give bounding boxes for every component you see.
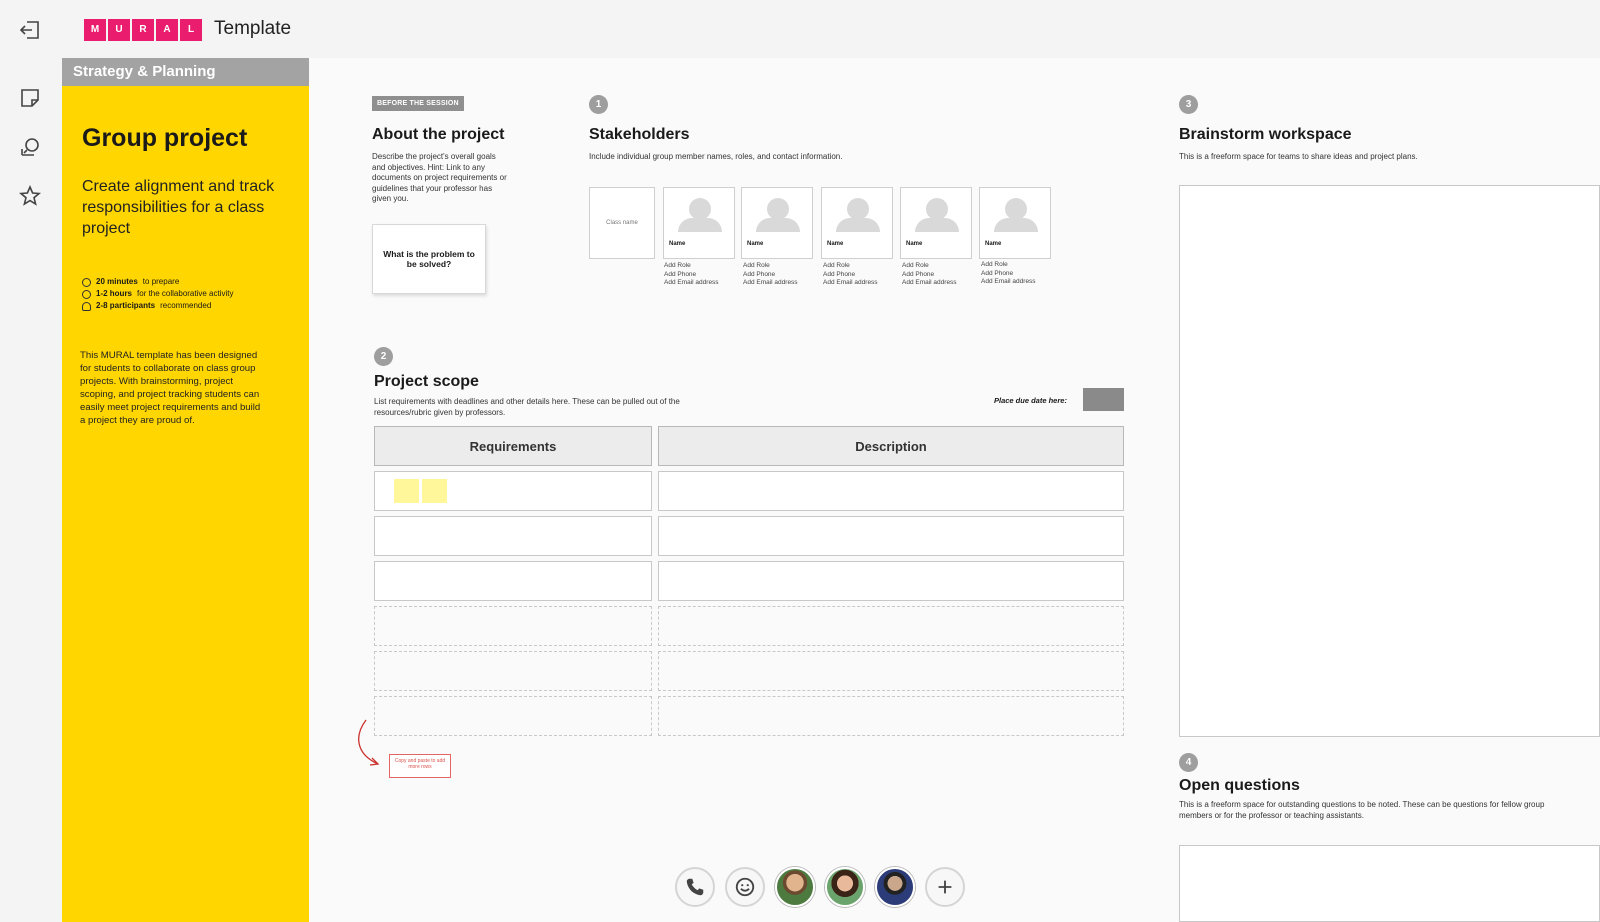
clock-icon [82,289,91,299]
sticky-note-icon[interactable] [14,82,46,114]
stakeholder-card[interactable]: Name [900,187,972,259]
scope-text: List requirements with deadlines and oth… [374,397,680,417]
brainstorm-text: This is a freeform space for teams to sh… [1179,152,1418,161]
left-rail [0,0,60,922]
avatar-1[interactable] [775,867,815,907]
avatar-3[interactable] [875,867,915,907]
comment-icon[interactable] [14,131,46,163]
class-name-card[interactable]: Class name [589,187,655,259]
template-description: This MURAL template has been designed fo… [80,350,261,426]
template-info-panel: Group project Create alignment and track… [62,86,309,922]
requirement-cell-placeholder[interactable] [374,696,652,736]
brainstorm-area[interactable] [1179,185,1600,737]
arrow-annotation [358,719,380,766]
logo-letter: U [108,19,130,41]
star-icon[interactable] [14,180,46,212]
avatar-placeholder [767,198,789,220]
requirement-cell[interactable] [374,516,652,556]
stakeholder-name: Name [669,241,686,247]
about-text: Describe the project's overall goals and… [372,152,507,203]
copy-rows-hint: Copy and paste to add more rows [389,754,451,778]
section-number-4: 4 [1179,753,1198,772]
avatar-placeholder [847,198,869,220]
requirement-cell-placeholder[interactable] [374,606,652,646]
brainstorm-title: Brainstorm workspace [1179,126,1352,143]
due-date-field[interactable] [1083,388,1124,411]
logo-letter: A [156,19,178,41]
exit-icon[interactable] [14,14,46,46]
section-number-3: 3 [1179,95,1198,114]
requirements-header: Requirements [374,426,652,466]
stakeholder-info: Add Role Add Phone Add Email address [743,262,798,286]
stakeholder-card[interactable]: Name [663,187,735,259]
requirement-cell[interactable] [374,561,652,601]
description-cell-placeholder[interactable] [658,651,1124,691]
stakeholder-card[interactable]: Name [741,187,813,259]
emoji-icon[interactable] [725,867,765,907]
scope-title: Project scope [374,373,479,390]
sticky-note[interactable] [422,479,447,503]
mural-app: M U R A L Template Strategy & Planning G… [0,0,1600,922]
stakeholder-name: Name [827,241,844,247]
questions-text: This is a freeform space for outstanding… [1179,800,1545,820]
description-cell[interactable] [658,561,1124,601]
stakeholder-name: Name [985,241,1002,247]
due-date-label: Place due date here: [994,396,1067,405]
section-number-1: 1 [589,95,608,114]
avatar-2[interactable] [825,867,865,907]
questions-area[interactable] [1179,845,1600,922]
phone-icon[interactable] [675,867,715,907]
stakeholder-name: Name [747,241,764,247]
stakeholder-info: Add Role Add Phone Add Email address [981,261,1036,285]
description-cell[interactable] [658,516,1124,556]
sticky-note[interactable] [394,479,419,503]
meta-participants: 2-8 participants recommended [82,300,234,312]
avatar-placeholder [689,198,711,220]
logo-letter: L [180,19,202,41]
description-cell[interactable] [658,471,1124,511]
stakeholder-info: Add Role Add Phone Add Email address [902,262,957,286]
add-icon[interactable] [925,867,965,907]
about-title: About the project [372,126,505,143]
stakeholder-info: Add Role Add Phone Add Email address [823,262,878,286]
requirement-cell-placeholder[interactable] [374,651,652,691]
stakeholder-name: Name [906,241,923,247]
category-label: Strategy & Planning [62,58,309,86]
mural-canvas[interactable]: BEFORE THE SESSION About the project Des… [309,58,1600,922]
section-number-2: 2 [374,347,393,366]
clock-icon [82,277,91,287]
template-title: Group project [82,124,248,152]
meta-activity: 1-2 hours for the collaborative activity [82,288,234,300]
stakeholders-text: Include individual group member names, r… [589,152,843,161]
stakeholder-info: Add Role Add Phone Add Email address [664,262,719,286]
stakeholder-card[interactable]: Name [821,187,893,259]
avatar-placeholder [926,198,948,220]
person-icon [82,301,91,311]
template-subtitle: Create alignment and track responsibilit… [82,178,275,237]
stakeholders-title: Stakeholders [589,126,690,143]
logo-letter: M [84,19,106,41]
bottom-toolbar [675,867,965,907]
description-cell-placeholder[interactable] [658,606,1124,646]
header: M U R A L Template [60,0,1600,58]
page-title: Template [214,18,292,39]
description-cell-placeholder[interactable] [658,696,1124,736]
problem-sticky-card[interactable]: What is the problem to be solved? [372,224,486,294]
stakeholder-card[interactable]: Name [979,187,1051,259]
mural-logo[interactable]: M U R A L [84,19,202,41]
template-meta: 20 minutes to prepare 1-2 hours for the co… [82,276,234,312]
avatar-placeholder [1005,198,1027,220]
before-session-badge: BEFORE THE SESSION [372,96,464,111]
description-header: Description [658,426,1124,466]
logo-letter: R [132,19,154,41]
questions-title: Open questions [1179,777,1300,794]
meta-prepare: 20 minutes to prepare [82,276,234,288]
